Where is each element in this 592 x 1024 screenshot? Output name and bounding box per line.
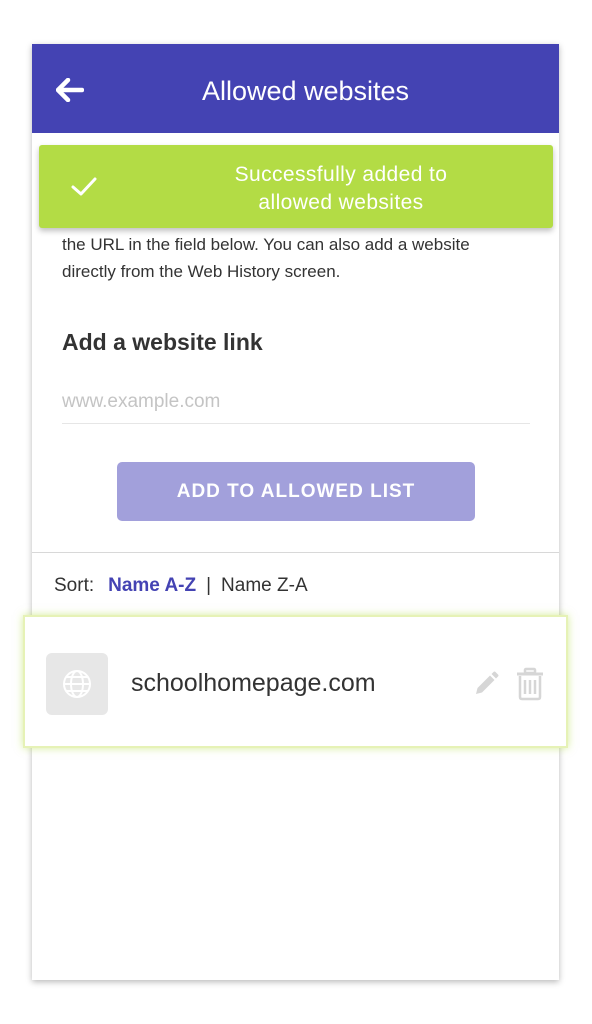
globe-icon — [63, 670, 91, 698]
site-name: schoolhomepage.com — [131, 669, 376, 697]
page-title: Allowed websites — [201, 76, 410, 106]
website-url-input[interactable] — [62, 381, 530, 424]
sort-separator: | — [206, 575, 212, 596]
sort-name-z-a[interactable]: Name Z-A — [221, 575, 308, 597]
list-item[interactable]: schoolhomepage.com — [23, 615, 568, 748]
sort-label: Sort: — [54, 575, 95, 596]
site-icon-box — [46, 653, 108, 715]
phone-screen: Allowed websites the URL in the field be… — [23, 44, 568, 980]
trash-icon[interactable] — [514, 667, 546, 701]
check-icon — [71, 177, 97, 196]
intro-text: the URL in the field below. You can also… — [62, 235, 470, 281]
add-website-label: Add a website link — [62, 329, 263, 355]
add-to-allowed-list-button[interactable]: ADD TO ALLOWED LIST — [117, 462, 475, 521]
app-header: Allowed websites — [32, 44, 559, 133]
success-toast: Successfully added to allowed websites — [39, 145, 553, 228]
sort-name-a-z[interactable]: Name A-Z — [108, 575, 196, 597]
divider — [32, 552, 559, 553]
sort-row: Sort: Name A-Z | Name Z-A — [54, 575, 308, 597]
toast-message: Successfully added to allowed websites — [234, 163, 448, 214]
pencil-icon[interactable] — [471, 669, 501, 699]
